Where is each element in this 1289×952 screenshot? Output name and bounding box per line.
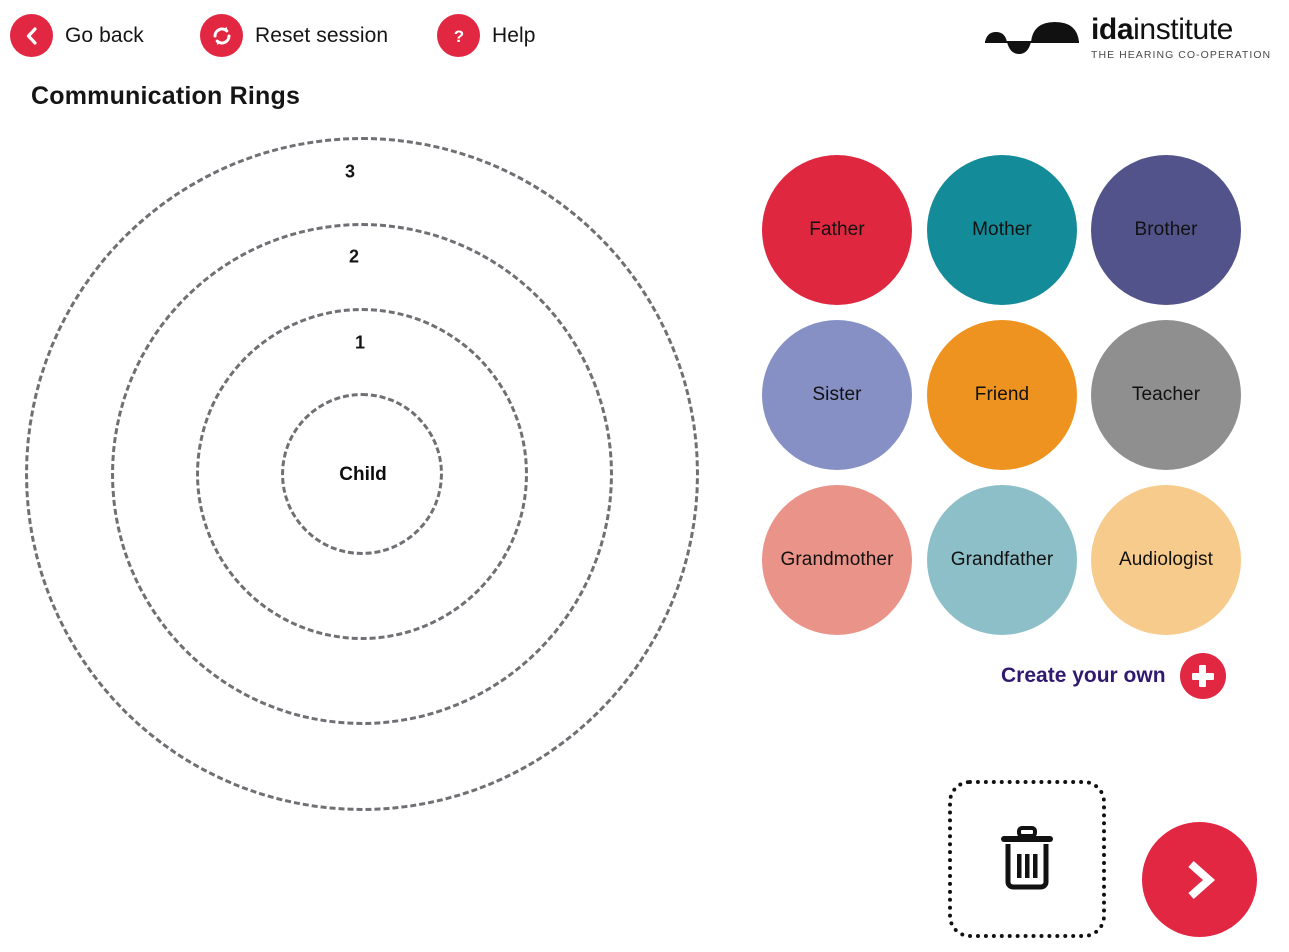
palette-circle-brother[interactable]: Brother (1091, 155, 1241, 305)
palette-circle-father[interactable]: Father (762, 155, 912, 305)
palette-circle-friend[interactable]: Friend (927, 320, 1077, 470)
chevron-right-icon (1175, 854, 1225, 906)
toolbar: Go back Reset session ? Help idainstitut… (0, 0, 1289, 72)
ring-label-1: 1 (354, 332, 366, 353)
palette-circle-mother[interactable]: Mother (927, 155, 1077, 305)
svg-text:?: ? (453, 27, 463, 46)
palette-circle-label: Grandmother (780, 549, 894, 570)
question-mark-icon: ? (437, 14, 480, 57)
ring-label-3: 3 (344, 161, 356, 182)
communication-rings-canvas[interactable]: 3 2 1 Child (0, 110, 730, 952)
page-title: Communication Rings (31, 82, 301, 110)
palette-circle-sister[interactable]: Sister (762, 320, 912, 470)
create-your-own-button[interactable]: Create your own (1001, 653, 1226, 699)
chevron-left-icon (10, 14, 53, 57)
palette-circle-label: Father (809, 219, 865, 240)
palette-circle-label: Grandfather (950, 549, 1054, 570)
palette-circle-grandfather[interactable]: Grandfather (927, 485, 1077, 635)
palette-circle-label: Teacher (1131, 384, 1201, 405)
logo-word-light: institute (1133, 13, 1233, 46)
next-button[interactable] (1142, 822, 1257, 937)
palette-circle-teacher[interactable]: Teacher (1091, 320, 1241, 470)
palette-circle-label: Friend (974, 384, 1030, 405)
create-your-own-label: Create your own (1001, 664, 1166, 687)
logo-tagline: THE HEARING CO-OPERATION (1091, 49, 1272, 61)
palette-circle-label: Brother (1134, 219, 1198, 240)
palette-circle-audiologist[interactable]: Audiologist (1091, 485, 1241, 635)
help-label: Help (492, 23, 536, 47)
reset-session-label: Reset session (255, 23, 389, 47)
logo-word-bold: ida (1091, 13, 1134, 46)
ida-institute-logo: idainstitute THE HEARING CO-OPERATION (985, 14, 1275, 69)
palette-circle-label: Sister (812, 384, 862, 405)
trash-drop-zone[interactable] (948, 780, 1106, 938)
ring-label-2: 2 (348, 246, 360, 267)
palette-circle-label: Mother (972, 219, 1032, 240)
reset-session-button[interactable]: Reset session (200, 14, 388, 57)
refresh-icon (200, 14, 243, 57)
go-back-button[interactable]: Go back (10, 14, 144, 57)
ring-center-label: Child (339, 464, 387, 485)
plus-icon[interactable] (1179, 653, 1226, 699)
palette-circle-label: Audiologist (1118, 549, 1214, 570)
person-palette: Father Mother Brother Sister Friend Teac… (762, 155, 1252, 655)
logo-wave-icon (985, 18, 1083, 62)
help-button[interactable]: ? Help (437, 14, 536, 57)
go-back-label: Go back (65, 23, 144, 47)
trash-icon (997, 824, 1057, 895)
palette-circle-grandmother[interactable]: Grandmother (762, 485, 912, 635)
